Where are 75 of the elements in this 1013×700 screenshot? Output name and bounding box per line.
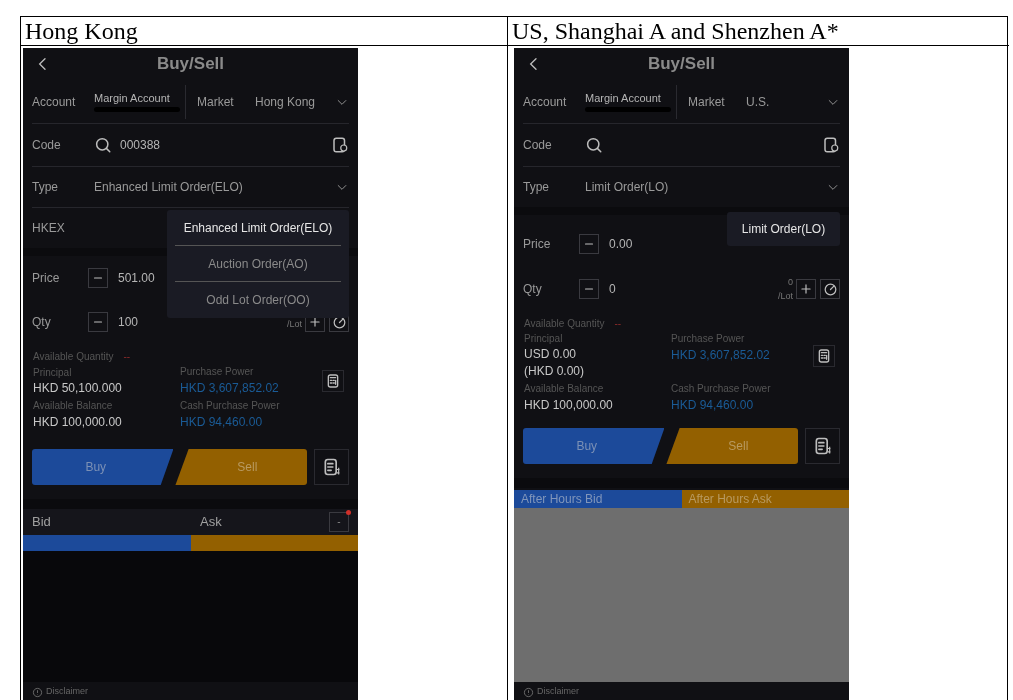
cash-purchase-power-value: HKD 94,460.00 [671, 397, 755, 414]
qty-value: 100 [118, 314, 140, 331]
dropdown-option[interactable]: Auction Order(AO) [175, 246, 341, 282]
available-quantity-label: Available Quantity [524, 316, 605, 331]
screen-title: Buy/Sell [156, 53, 225, 76]
collapse-button[interactable]: - [329, 512, 349, 532]
buy-button[interactable]: Buy [32, 449, 174, 485]
dropdown-option[interactable]: Odd Lot Order(OO) [175, 282, 341, 318]
price-value: 501.00 [118, 270, 155, 287]
account-label: Account [32, 93, 77, 111]
principal-label: Principal [524, 332, 564, 346]
principal-value: HKD 50,100.000 [33, 379, 123, 397]
dropdown-option[interactable]: Limit Order(LO) [735, 212, 832, 246]
after-hours-bid-header: After Hours Bid [514, 490, 682, 508]
code-label: Code [523, 137, 553, 154]
order-type-value: Limit Order(LO) [585, 179, 670, 196]
available-balance-label: Available Balance [33, 399, 114, 413]
type-label: Type [32, 179, 59, 196]
available-quantity-value: -- [614, 316, 622, 331]
principal-label: Principal [33, 365, 73, 380]
market-value: U.S. [746, 93, 771, 111]
purchase-power-label: Purchase Power [180, 365, 255, 379]
screen-title: Buy/Sell [647, 53, 716, 76]
lot-label: /Lot [287, 319, 302, 329]
sell-button[interactable]: Sell [175, 449, 308, 485]
available-balance-label: Available Balance [524, 382, 605, 396]
order-list-button[interactable] [314, 449, 349, 485]
market-label: Market [197, 93, 235, 111]
lot-count: 0 [788, 277, 793, 287]
order-type-value: Enhanced Limit Order(ELO) [94, 179, 244, 196]
column-heading: Hong Kong [21, 17, 508, 46]
qty-value: 0 [609, 281, 617, 298]
type-label: Type [523, 179, 550, 196]
search-icon[interactable] [94, 136, 112, 154]
after-hours-ask-header: After Hours Ask [681, 490, 849, 508]
qty-label: Qty [523, 281, 543, 298]
price-value: 0.00 [609, 236, 633, 253]
available-quantity-label: Available Quantity [33, 349, 114, 364]
sell-button[interactable]: Sell [666, 428, 799, 464]
account-name: Margin Account [94, 91, 171, 104]
market-label: Market [688, 93, 726, 111]
column-heading: US, Shanghai A and Shenzhen A* [508, 17, 1009, 46]
info-icon[interactable] [523, 686, 534, 698]
purchase-power-value: HKD 3,607,852.02 [180, 380, 280, 397]
available-balance-value: HKD 100,000.00 [524, 397, 614, 414]
order-list-button[interactable] [805, 428, 840, 464]
principal-value: (HKD 0.00) [524, 363, 586, 380]
wallet-icon[interactable] [331, 136, 349, 154]
available-balance-value: HKD 100,000.00 [33, 414, 123, 431]
price-label: Price [32, 270, 61, 287]
stock-code: 000388 [120, 137, 161, 154]
available-quantity-value: -- [123, 349, 131, 364]
disclaimer-link[interactable]: Disclaimer [537, 685, 579, 699]
purchase-power-value: HKD 3,607,852.02 [671, 347, 771, 364]
wallet-icon[interactable] [822, 136, 840, 154]
buy-button[interactable]: Buy [523, 428, 665, 464]
lot-label: /Lot [778, 291, 793, 301]
cash-purchase-power-label: Cash Purchase Power [180, 399, 281, 413]
search-icon[interactable] [585, 136, 603, 154]
dropdown-option[interactable]: Enhanced Limit Order(ELO) [175, 210, 341, 246]
info-icon[interactable] [32, 686, 43, 698]
account-name: Margin Account [585, 91, 662, 104]
purchase-power-label: Purchase Power [671, 332, 746, 346]
disclaimer-link[interactable]: Disclaimer [46, 685, 88, 699]
ask-label: Ask [200, 513, 223, 532]
price-label: Price [523, 236, 552, 253]
market-value: Hong Kong [255, 93, 317, 111]
exchange-label: HKEX [32, 220, 65, 237]
code-label: Code [32, 137, 62, 154]
account-label: Account [523, 93, 568, 111]
bid-label: Bid [32, 513, 52, 532]
principal-value: USD 0.00 [524, 346, 578, 363]
cash-purchase-power-value: HKD 94,460.00 [180, 414, 264, 431]
qty-label: Qty [32, 314, 52, 331]
cash-purchase-power-label: Cash Purchase Power [671, 382, 772, 396]
